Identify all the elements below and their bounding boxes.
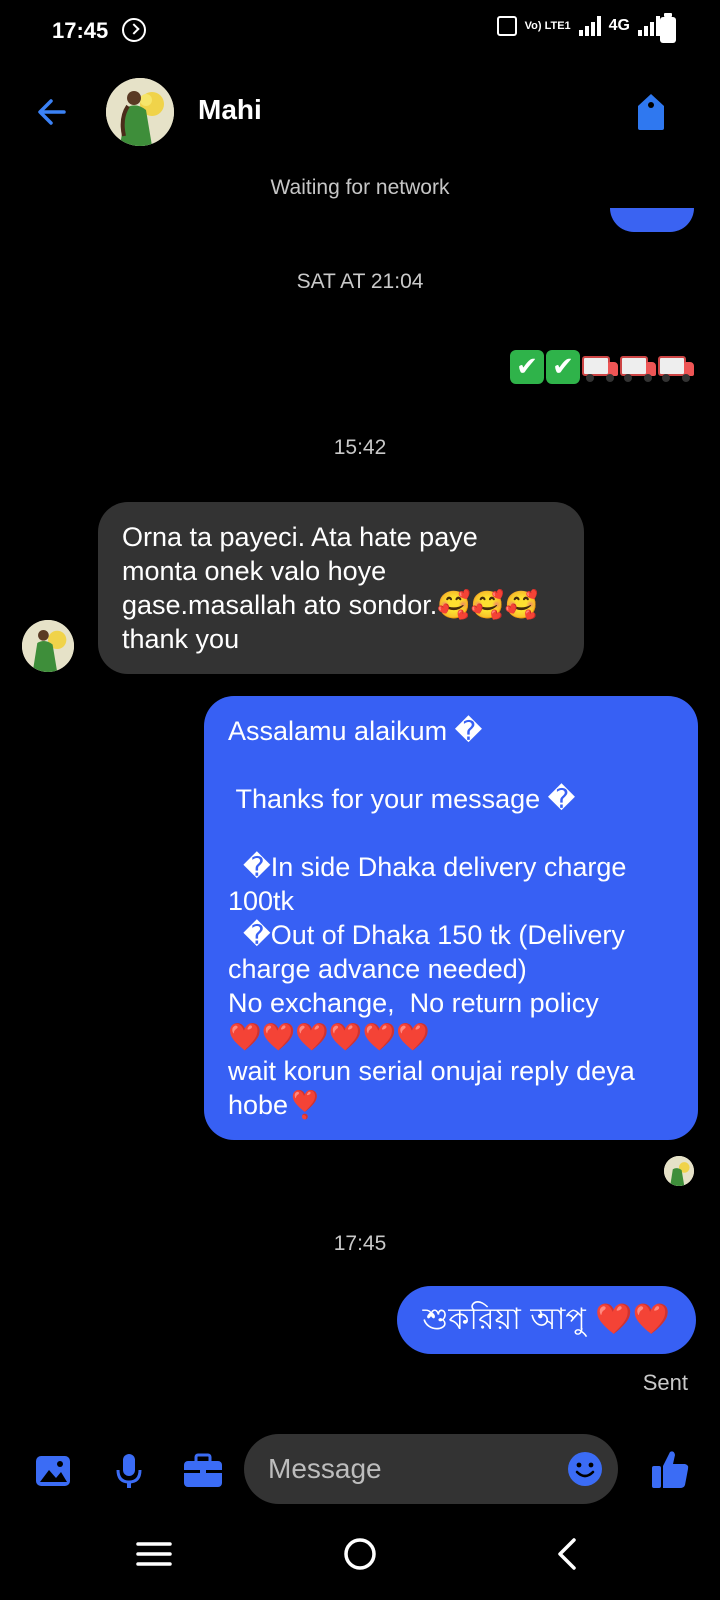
system-navigation-bar xyxy=(0,1520,720,1600)
contact-name[interactable]: Mahi xyxy=(198,94,262,126)
vibrate-icon xyxy=(496,16,517,36)
status-time: 17:45 xyxy=(52,18,109,43)
microphone-icon[interactable] xyxy=(110,1452,148,1490)
home-icon[interactable] xyxy=(340,1534,380,1574)
avatar[interactable] xyxy=(22,620,74,672)
outgoing-message[interactable]: শুকরিয়া আপু ❤️❤️ xyxy=(396,1286,696,1354)
volte-label: Vo) LTE1 xyxy=(524,19,571,32)
delivery-truck-icon xyxy=(658,350,694,384)
previous-message-bubble xyxy=(610,208,694,232)
emoji-icon[interactable] xyxy=(566,1450,604,1488)
message-composer xyxy=(0,1434,720,1504)
timestamp: 17:45 xyxy=(333,1232,387,1255)
image-icon[interactable] xyxy=(34,1452,72,1490)
delivery-truck-icon xyxy=(620,350,656,384)
emoji-message[interactable]: ✔ ✔ xyxy=(510,350,694,384)
check-mark-icon: ✔ xyxy=(546,350,580,384)
network-status: Waiting for network xyxy=(270,176,450,199)
recent-apps-icon[interactable] xyxy=(134,1534,174,1574)
status-bar: 17:45 Vo) LTE1 4G xyxy=(0,0,720,64)
avatar[interactable] xyxy=(106,78,174,146)
check-mark-icon: ✔ xyxy=(510,350,544,384)
briefcase-icon[interactable] xyxy=(182,1452,224,1490)
timestamp: SAT AT 21:04 xyxy=(296,270,424,293)
signal-icon-2 xyxy=(638,16,660,36)
thumbs-up-icon[interactable] xyxy=(650,1448,690,1490)
status-indicators: Vo) LTE1 4G xyxy=(496,16,660,36)
arrow-left-icon[interactable] xyxy=(34,94,70,130)
signal-icon xyxy=(578,16,601,36)
back-nav-icon[interactable] xyxy=(548,1534,588,1574)
timestamp: 15:42 xyxy=(333,436,387,459)
outgoing-message[interactable]: Assalamu alaikum � Thanks for your messa… xyxy=(204,696,698,1140)
battery-icon xyxy=(660,13,676,43)
conversation-header: Mahi xyxy=(0,64,720,160)
incoming-message[interactable]: Orna ta payeci. Ata hate paye monta onek… xyxy=(98,502,584,674)
delivery-truck-icon xyxy=(582,350,618,384)
read-receipt-avatar xyxy=(664,1156,694,1186)
notification-icon xyxy=(122,18,146,42)
message-input[interactable] xyxy=(244,1434,618,1504)
network-type: 4G xyxy=(608,17,630,34)
sent-status: Sent xyxy=(642,1370,688,1395)
tag-icon[interactable] xyxy=(634,92,668,132)
